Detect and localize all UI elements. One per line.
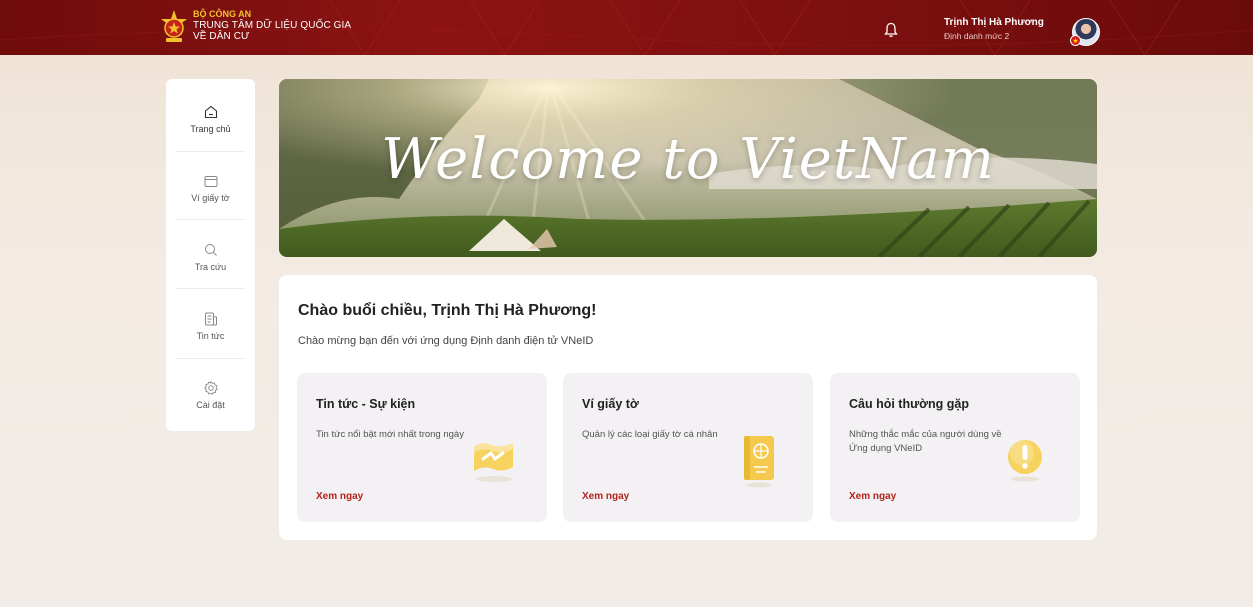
ministry-name: BỘ CÔNG AN [193, 9, 252, 19]
news-icon [204, 312, 217, 326]
settings-icon [203, 380, 218, 395]
sidebar-item-settings[interactable]: Cài đặt [174, 361, 247, 429]
sidebar-item-label: Cài đặt [196, 400, 225, 410]
identity-level: Định danh mức 2 [944, 31, 1010, 41]
sidebar-item-news[interactable]: Tin tức [174, 292, 247, 360]
view-now-link[interactable]: Xem ngay [316, 491, 363, 502]
police-emblem-logo[interactable] [160, 9, 188, 45]
feature-card-news[interactable]: Tin tức - Sự kiện Tin tức nổi bật mới nh… [297, 373, 547, 522]
sidebar-item-home[interactable]: Trang chủ [174, 85, 247, 153]
view-now-link[interactable]: Xem ngay [849, 491, 896, 502]
search-icon [204, 244, 217, 256]
sidebar-item-label: Trang chủ [190, 124, 231, 134]
feature-description: Tin tức nổi bật mới nhất trong ngày [316, 429, 464, 440]
exclamation-icon [1008, 440, 1042, 482]
passport-icon [744, 436, 774, 488]
greeting-heading: Chào buổi chiều, Trịnh Thị Hà Phương! [298, 302, 597, 319]
center-name-line2: VỀ DÂN CƯ [193, 31, 250, 42]
notification-bell-icon[interactable] [884, 22, 898, 38]
sidebar-item-lookup[interactable]: Tra cứu [174, 223, 247, 291]
banner-title: Welcome to VietNam [381, 127, 995, 192]
welcome-banner: Welcome to VietNam [279, 79, 1097, 257]
center-name-line1: TRUNG TÂM DỮ LIỆU QUỐC GIA [193, 20, 352, 31]
divider [176, 219, 245, 220]
sidebar-item-label: Ví giấy tờ [191, 193, 230, 203]
sidebar-item-label: Tra cứu [194, 262, 227, 272]
feature-card-faq[interactable]: Câu hỏi thường gặp Những thắc mắc của ng… [830, 373, 1080, 522]
feature-description: Những thắc mắc của người dùng về Ứng dụn… [849, 429, 1002, 454]
divider [176, 151, 245, 152]
wallet-icon [204, 176, 217, 187]
news-card-icon [474, 443, 513, 482]
divider [176, 358, 245, 359]
view-now-link[interactable]: Xem ngay [582, 491, 629, 502]
feature-title: Ví giấy tờ [582, 397, 639, 411]
home-icon [204, 105, 217, 119]
sidebar-item-wallet[interactable]: Ví giấy tờ [174, 154, 247, 222]
top-header: BỘ CÔNG AN TRUNG TÂM DỮ LIỆU QUỐC GIA VỀ… [0, 0, 1253, 55]
feature-title: Tin tức - Sự kiện [316, 397, 416, 411]
feature-description: Quản lý các loại giấy tờ cá nhân [582, 429, 718, 440]
feature-title: Câu hỏi thường gặp [849, 397, 970, 411]
flag-badge-icon: ★ [1070, 35, 1081, 46]
feature-card-wallet[interactable]: Ví giấy tờ Quản lý các loại giấy tờ cá n… [563, 373, 813, 522]
user-avatar[interactable]: ★ [1070, 18, 1100, 46]
sidebar-nav: Trang chủ Ví giấy tờ Tra cứu Tin tức Cài… [166, 79, 255, 431]
user-name[interactable]: Trịnh Thị Hà Phương [944, 17, 1044, 28]
main-card: Chào buổi chiều, Trịnh Thị Hà Phương! Ch… [279, 275, 1097, 540]
divider [176, 288, 245, 289]
sidebar-item-label: Tin tức [196, 331, 225, 341]
welcome-subtitle: Chào mừng bạn đến với ứng dụng Định danh… [298, 335, 594, 347]
organization-name: BỘ CÔNG AN TRUNG TÂM DỮ LIỆU QUỐC GIA VỀ… [193, 9, 351, 42]
